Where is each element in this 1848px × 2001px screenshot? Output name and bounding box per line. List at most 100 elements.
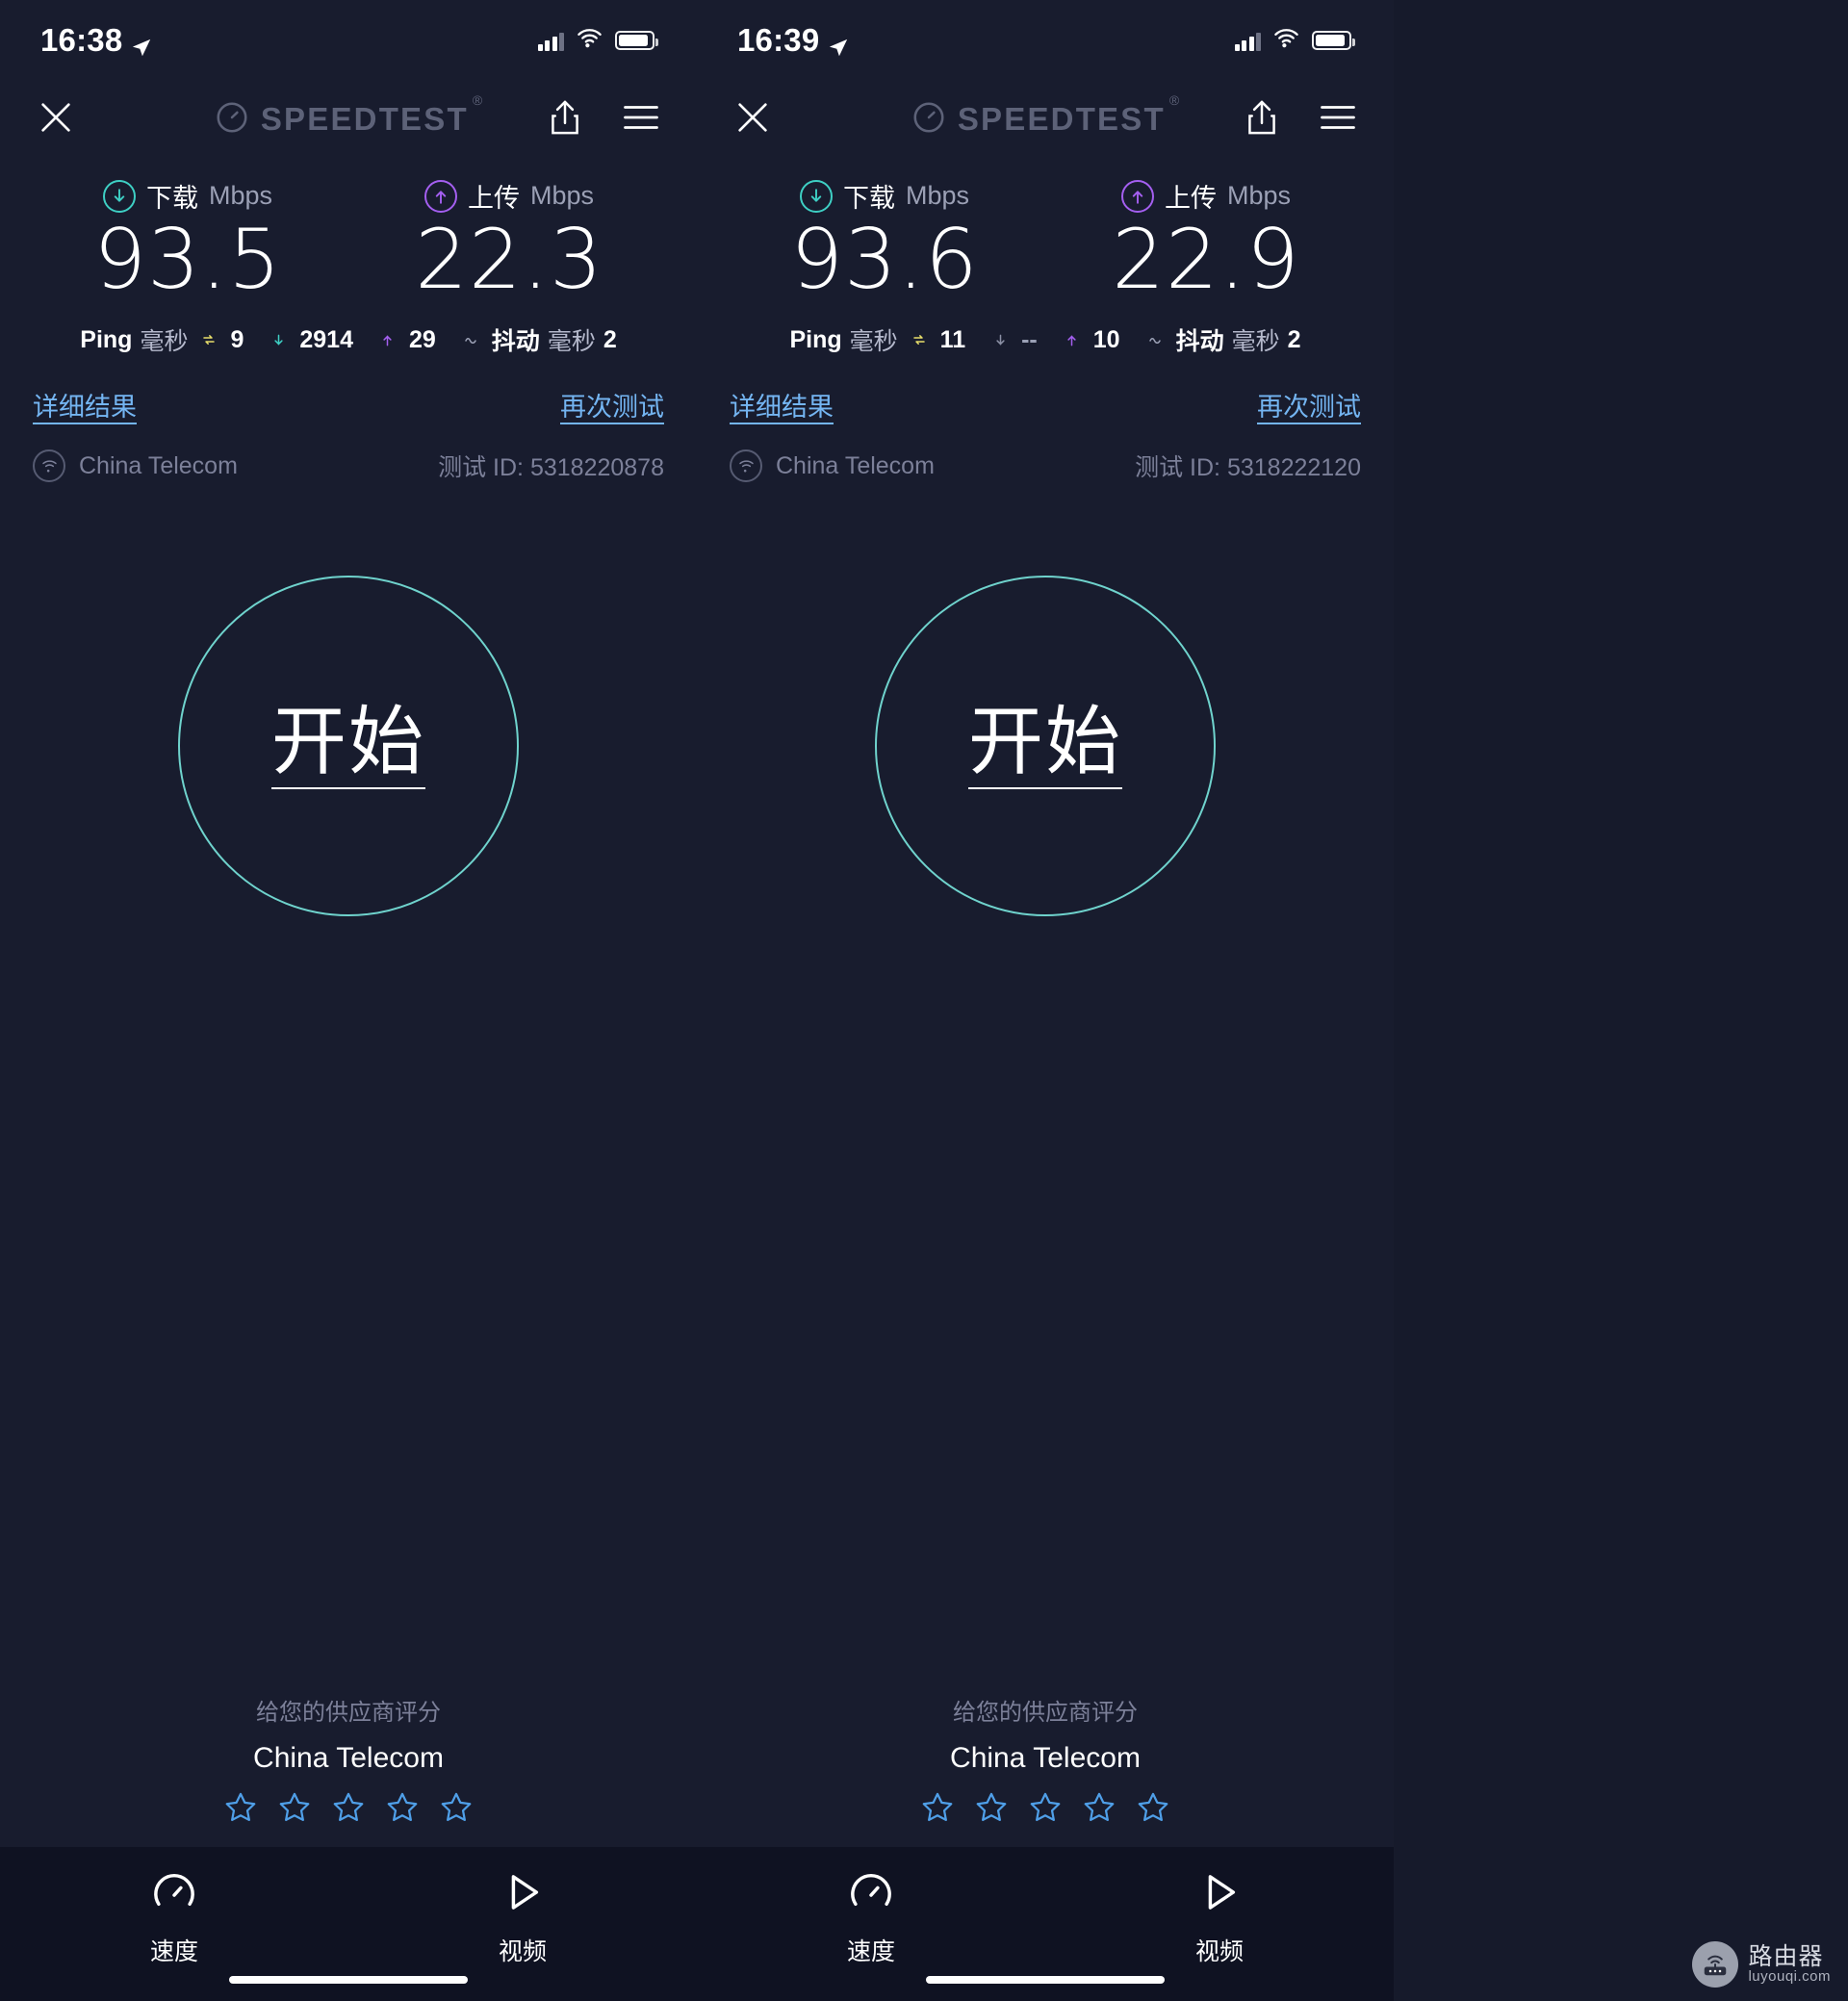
jitter-unit: 毫秒: [547, 328, 596, 355]
result-links: 详细结果 再次测试: [0, 386, 697, 423]
tab-speed-label: 速度: [149, 1938, 198, 1965]
status-clock: 16:39: [737, 22, 849, 59]
brand-registered-mark: ®: [472, 92, 483, 108]
detailed-results-link[interactable]: 详细结果: [33, 386, 137, 423]
app-header: SPEEDTEST ®: [697, 81, 1394, 158]
router-icon: [1692, 1941, 1739, 1988]
home-indicator: [926, 1976, 1165, 1984]
jitter-unit: 毫秒: [1231, 328, 1280, 355]
cellular-signal-icon: [537, 30, 564, 51]
share-icon[interactable]: [549, 99, 581, 141]
ping-idle: Ping 毫秒 9: [80, 322, 244, 357]
test-id-label: 测试 ID:: [1135, 454, 1220, 481]
rating-prompt: 给您的供应商评分: [256, 1700, 441, 1726]
share-icon[interactable]: [1245, 99, 1278, 141]
star-icon[interactable]: [1082, 1790, 1116, 1830]
home-indicator: [229, 1976, 468, 1984]
close-icon[interactable]: [37, 98, 75, 141]
wifi-icon: [577, 28, 603, 53]
wifi-icon: [1273, 28, 1299, 53]
battery-icon: [1312, 31, 1355, 50]
tab-video[interactable]: 视频: [348, 1870, 697, 1967]
speedometer-brand-icon: [911, 100, 946, 140]
isp-name: China Telecom: [79, 451, 238, 479]
tab-video-label: 视频: [1194, 1938, 1244, 1965]
ping-download: 2914: [265, 326, 353, 354]
exchange-icon: [906, 326, 933, 353]
upload-value: 22.9: [1112, 212, 1300, 308]
star-icon[interactable]: [277, 1790, 312, 1830]
detailed-results-link[interactable]: 详细结果: [730, 386, 834, 423]
rating-isp-name: China Telecom: [253, 1742, 444, 1774]
download-arrow-icon: [987, 326, 1014, 353]
ping-upload-value: 10: [1092, 325, 1120, 353]
ping-title: Ping: [789, 325, 842, 353]
ping-download-value: --: [1021, 325, 1038, 353]
isp-rating-section: 给您的供应商评分 China Telecom: [697, 1693, 1394, 1847]
star-icon[interactable]: [1136, 1790, 1170, 1830]
speedometer-icon: [152, 1870, 196, 1919]
watermark-cn: 路由器: [1748, 1943, 1824, 1970]
brand-title: SPEEDTEST: [957, 101, 1166, 137]
status-clock: 16:38: [40, 22, 152, 59]
star-icon[interactable]: [439, 1790, 474, 1830]
dual-screenshot-comparison: 16:38 SPEEDTEST ® 下载 Mbps 93.5 上传 Mbps 2…: [0, 0, 1848, 2001]
battery-icon: [615, 31, 658, 50]
upload-arrow-icon: [1120, 179, 1154, 213]
speedometer-brand-icon: [215, 100, 249, 140]
tab-speed[interactable]: 速度: [697, 1870, 1045, 1967]
tab-speed[interactable]: 速度: [0, 1870, 348, 1967]
go-button-label: 开始: [967, 702, 1122, 789]
tab-video[interactable]: 视频: [1045, 1870, 1394, 1967]
download-label: 下载: [842, 184, 895, 213]
star-icon[interactable]: [223, 1790, 258, 1830]
hamburger-menu-icon[interactable]: [624, 104, 658, 136]
result-links: 详细结果 再次测试: [697, 386, 1394, 423]
star-rating[interactable]: [697, 1790, 1394, 1830]
ping-idle-value: 9: [230, 325, 244, 353]
jitter-label: 抖动: [491, 328, 540, 355]
wifi-icon: [730, 449, 762, 482]
star-rating[interactable]: [0, 1790, 697, 1830]
jitter-wave-icon: [1142, 326, 1168, 353]
ping-upload: 29: [374, 326, 436, 354]
ping-unit: 毫秒: [140, 328, 189, 355]
go-button[interactable]: 开始: [875, 576, 1216, 916]
hamburger-menu-icon[interactable]: [1321, 104, 1355, 136]
upload-unit: Mbps: [1226, 181, 1292, 210]
isp-rating-section: 给您的供应商评分 China Telecom: [0, 1693, 697, 1847]
ping-upload-value: 29: [408, 325, 436, 353]
jitter-value: 2: [603, 325, 617, 353]
upload-metric: 上传 Mbps 22.3: [389, 177, 629, 301]
speedtest-panel-left: 16:38 SPEEDTEST ® 下载 Mbps 93.5 上传 Mbps 2…: [0, 0, 697, 2001]
status-bar: 16:38: [0, 0, 697, 81]
upload-value: 22.3: [415, 212, 603, 308]
ping-idle-value: 11: [939, 325, 966, 353]
close-icon[interactable]: [733, 98, 772, 141]
results-section: 下载 Mbps 93.5 上传 Mbps 22.3 Ping 毫秒 9 2914…: [0, 158, 697, 483]
retest-link[interactable]: 再次测试: [1257, 386, 1361, 423]
ping-row: Ping 毫秒 11 -- 10 抖动 毫秒 2: [697, 322, 1394, 357]
download-metric: 下载 Mbps 93.5: [67, 177, 308, 301]
download-unit: Mbps: [905, 181, 970, 210]
go-button-area: 开始: [697, 483, 1394, 1693]
app-header: SPEEDTEST ®: [0, 81, 697, 158]
go-button[interactable]: 开始: [178, 576, 519, 916]
status-time: 16:38: [40, 22, 123, 58]
retest-link[interactable]: 再次测试: [560, 386, 664, 423]
results-section: 下载 Mbps 93.6 上传 Mbps 22.9 Ping 毫秒 11 -- …: [697, 158, 1394, 483]
upload-label: 上传: [1164, 184, 1217, 213]
star-icon[interactable]: [1028, 1790, 1063, 1830]
status-bar: 16:39: [697, 0, 1394, 81]
upload-label: 上传: [467, 184, 520, 213]
star-icon[interactable]: [331, 1790, 366, 1830]
result-meta: China Telecom 测试 ID: 5318222120: [697, 449, 1394, 483]
brand-title: SPEEDTEST: [260, 101, 469, 137]
star-icon[interactable]: [920, 1790, 955, 1830]
test-id-value: 5318222120: [1226, 454, 1361, 481]
star-icon[interactable]: [385, 1790, 420, 1830]
star-icon[interactable]: [974, 1790, 1009, 1830]
isp-info: China Telecom: [33, 449, 238, 482]
test-id: 测试 ID: 5318220878: [438, 449, 664, 483]
site-watermark: 路由器 luyouqi.com: [1692, 1941, 1831, 1988]
